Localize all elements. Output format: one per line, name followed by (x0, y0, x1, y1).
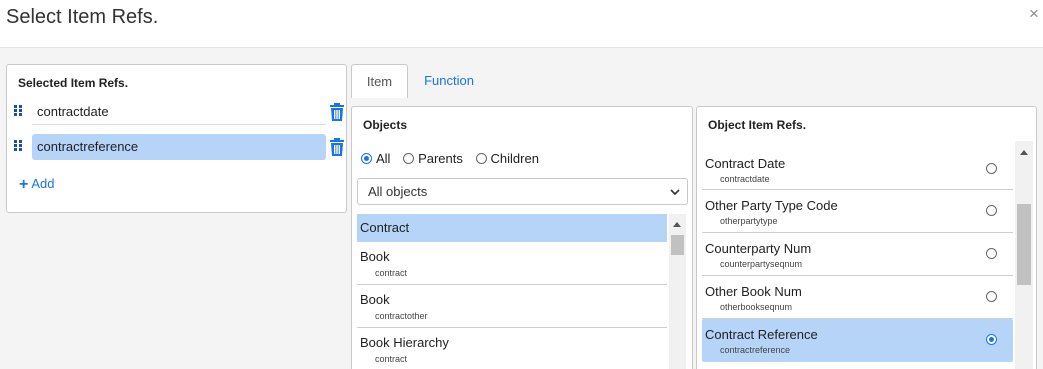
scroll-up-icon[interactable] (1020, 150, 1028, 155)
list-item[interactable]: Contract Reference contractreference (702, 319, 1013, 362)
object-relation: contract (375, 268, 408, 278)
modal-header: Select Item Refs. × (0, 0, 1043, 48)
list-item[interactable]: Other Party Type Code otherpartytype (702, 190, 1013, 233)
ref-name: Contract Reference (705, 327, 818, 342)
list-item[interactable]: Contract Date contractdate (702, 148, 1013, 190)
refs-panel-title: Object Item Refs. (708, 118, 807, 132)
close-icon[interactable]: × (1027, 5, 1041, 23)
tab-item[interactable]: Item (351, 64, 408, 98)
selected-item-field[interactable]: contractreference (32, 134, 326, 160)
radio-children-label: Children (490, 151, 539, 166)
add-label: Add (31, 176, 55, 191)
selected-panel-title: Selected Item Refs. (18, 76, 129, 90)
radio-all-label: All (376, 151, 391, 166)
objects-panel-title: Objects (363, 118, 408, 132)
object-name: Contract (360, 220, 410, 235)
selected-item-row: contractdate (13, 99, 345, 125)
objects-filter-select[interactable]: All objects (357, 178, 688, 205)
list-item[interactable]: Book Hierarchy contract (357, 328, 667, 369)
list-item[interactable]: Counterparty Num counterpartyseqnum (702, 233, 1013, 276)
radio-indicator (475, 153, 487, 164)
item-refs-list: Contract Date contractdate Other Party T… (702, 148, 1013, 369)
ref-code: otherbookseqnum (720, 302, 793, 312)
plus-icon: + (19, 176, 29, 193)
ref-code: counterpartyseqnum (720, 259, 803, 269)
radio-parents[interactable]: Parents (403, 151, 463, 166)
ref-name: Contract Date (705, 156, 786, 171)
list-item[interactable]: Other Book Num otherbookseqnum (702, 276, 1013, 319)
ref-code: contractdate (720, 174, 770, 184)
trash-icon[interactable] (329, 103, 345, 121)
object-name: Book (360, 292, 390, 307)
radio-children[interactable]: Children (475, 151, 539, 166)
list-item[interactable]: Book contractother (357, 285, 667, 328)
scroll-thumb[interactable] (671, 235, 684, 255)
ref-code: contractreference (720, 345, 791, 355)
radio-parents-label: Parents (418, 151, 463, 166)
object-relation: contract (375, 354, 408, 364)
object-filter-radios: All Parents Children (361, 151, 548, 166)
refs-scrollbar[interactable] (1015, 141, 1033, 369)
object-name: Book Hierarchy (360, 335, 449, 350)
scroll-up-icon[interactable] (673, 222, 681, 227)
ref-name: Other Book Num (705, 284, 802, 299)
list-item[interactable]: Contract (357, 214, 667, 242)
objects-scrollbar[interactable] (669, 214, 686, 369)
selected-item-field[interactable]: contractdate (32, 99, 326, 125)
ref-radio[interactable] (986, 334, 997, 345)
radio-all[interactable]: All (361, 151, 390, 166)
radio-indicator (361, 153, 372, 164)
ref-code: otherpartytype (720, 216, 778, 226)
objects-list: Contract Book contract Book contractothe… (357, 214, 667, 369)
ref-radio[interactable] (986, 163, 997, 174)
radio-indicator (403, 153, 415, 164)
ref-name: Counterparty Num (705, 241, 812, 256)
object-relation: contractother (375, 311, 428, 321)
scroll-thumb[interactable] (1017, 204, 1031, 285)
objects-panel: Objects All Parents Children All objects… (351, 106, 693, 369)
list-item[interactable]: Book contract (357, 242, 667, 285)
selected-item-row: contractreference (13, 134, 345, 160)
object-item-refs-panel: Object Item Refs. Contract Date contract… (696, 106, 1037, 369)
ref-radio[interactable] (986, 248, 997, 259)
ref-name: Other Party Type Code (705, 198, 838, 213)
drag-handle-icon[interactable] (14, 105, 22, 117)
modal-title: Select Item Refs. (6, 6, 159, 28)
tab-function[interactable]: Function (414, 64, 484, 98)
selected-item-refs-panel: Selected Item Refs. contractdate contrac… (6, 64, 347, 213)
add-button[interactable]: + Add (19, 176, 54, 194)
ref-radio[interactable] (986, 291, 997, 302)
trash-icon[interactable] (329, 138, 345, 156)
chevron-down-icon (670, 189, 680, 196)
objects-filter-value: All objects (368, 184, 428, 199)
drag-handle-icon[interactable] (14, 140, 22, 152)
ref-radio[interactable] (986, 205, 997, 216)
object-name: Book (360, 249, 390, 264)
